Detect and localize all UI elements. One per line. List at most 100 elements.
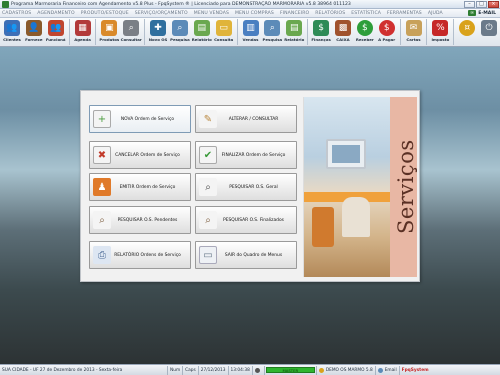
button-label: PESQUISAR O.S. Finalizados	[223, 217, 284, 223]
services-menu-panel: + NOVA Ordem de Serviço ✎ ALTERAR / CONS…	[80, 90, 420, 282]
menu-servico-orcamento[interactable]: SERVIÇO/ORÇAMENTO	[135, 11, 188, 16]
toolbar-pesquisa-os-button[interactable]: ⌕ Pesquisa	[169, 18, 191, 46]
toolbar-label: Vendas	[242, 37, 259, 42]
toolbar-label: Novo OS	[148, 37, 168, 42]
user-icon	[254, 367, 260, 373]
menu-compras[interactable]: MENU COMPRAS	[235, 11, 274, 16]
toolbar-separator	[144, 19, 146, 45]
close-button[interactable]: ×	[488, 0, 499, 8]
finish-service-order-button[interactable]: ✔ FINALIZAR Ordem de Serviço	[195, 141, 297, 169]
toolbar-cartas-button[interactable]: ✉ Cartas	[403, 18, 425, 46]
status-master-bar: MASTER	[265, 365, 317, 375]
clients-icon: 👥	[3, 20, 20, 36]
toolbar-consulta-button[interactable]: ▭ Consulta	[213, 18, 235, 46]
toolbar-clientes-button[interactable]: 👥 Clientes	[1, 18, 23, 46]
title-bar: Programa Marmoraria Financeiro com Agend…	[0, 0, 500, 9]
status-city-date: SUA CIDADE - UF 27 de Dezembro de 2013 -…	[0, 365, 168, 375]
gold-coin-icon: ¤	[459, 20, 476, 36]
menu-agendamento[interactable]: AGENDAMENTO	[37, 11, 74, 16]
menu-estatistica[interactable]: ESTATÍSTICA	[351, 11, 381, 16]
demo-icon	[318, 367, 324, 373]
toolbar-separator	[453, 19, 455, 45]
search-pending-orders-button[interactable]: ⌕ PESQUISAR O.S. Pendentes	[89, 206, 191, 234]
pay-icon: $	[378, 20, 395, 36]
status-num-lock: Num	[168, 365, 184, 375]
status-demo: DEMO OS MARMO 5.8	[317, 365, 376, 375]
sales-icon: ▥	[242, 20, 259, 36]
services-word: Serviços	[394, 139, 417, 234]
menu-vendas[interactable]: MENU VENDAS	[194, 11, 229, 16]
products-icon: ▣	[101, 20, 118, 36]
button-label: SAIR do Quadro de Menus	[224, 252, 283, 258]
alter-consult-button[interactable]: ✎ ALTERAR / CONSULTAR	[195, 105, 297, 133]
toolbar-imposto-button[interactable]: % Imposto	[429, 18, 451, 46]
service-orders-report-button[interactable]: ⎙ RELATÓRIO Ordens de Serviço	[89, 241, 191, 269]
toolbar-label: Relatório	[191, 37, 212, 42]
toolbar-a-pagar-button[interactable]: $ A Pagar	[376, 18, 398, 46]
toolbar-agenda-button[interactable]: ▦ Agenda	[72, 18, 94, 46]
toolbar-produtos-button[interactable]: ▣ Produtos	[98, 18, 120, 46]
toolbar-fornece-button[interactable]: 👤 Fornece	[23, 18, 45, 46]
menu-cadastros[interactable]: CADASTROS	[2, 11, 31, 16]
search-all-orders-button[interactable]: ⌕ PESQUISAR O.S. Geral	[195, 173, 297, 201]
toolbar-separator	[307, 19, 309, 45]
stock-search-icon: ⌕	[123, 20, 140, 36]
toolbar-label: Cartas	[406, 37, 421, 42]
toolbar-label: Agenda	[74, 37, 91, 42]
exit-menu-button[interactable]: ▭ SAIR do Quadro de Menus	[195, 241, 297, 269]
sales-search-icon: ⌕	[264, 20, 281, 36]
office-photo	[304, 97, 390, 277]
employees-icon: 👥	[47, 20, 64, 36]
search-finished-orders-button[interactable]: ⌕ PESQUISAR O.S. Finalizados	[195, 206, 297, 234]
search-icon: ⌕	[171, 20, 188, 36]
cancel-service-order-button[interactable]: ✖ CANCELAR Ordem de Serviço	[89, 141, 191, 169]
toolbar-relatorio-os-button[interactable]: ▤ Relatório	[191, 18, 213, 46]
cashbox-icon: ▩	[334, 20, 351, 36]
finance-icon: $	[313, 20, 330, 36]
button-label: NOVA Ordem de Serviço	[120, 116, 175, 122]
toolbar-receber-button[interactable]: $ Receber	[354, 18, 376, 46]
status-user	[253, 365, 265, 375]
emit-service-order-button[interactable]: ♟ EMITIR Ordem de Serviço	[89, 173, 191, 201]
search-finished-icon: ⌕	[199, 211, 217, 229]
status-date: 27/12/2013	[199, 365, 229, 375]
toolbar-exit-button[interactable]: ⏻	[478, 18, 500, 46]
new-service-order-button[interactable]: + NOVA Ordem de Serviço	[89, 105, 191, 133]
toolbar-relatorio-vendas-button[interactable]: ▤ Relatório	[283, 18, 305, 46]
menu-ajuda[interactable]: AJUDA	[428, 11, 443, 16]
minimize-button[interactable]: –	[464, 0, 475, 8]
toolbar-label: Imposto	[431, 37, 450, 42]
menu-financeiro[interactable]: FINANCEIRO	[280, 11, 309, 16]
suppliers-icon: 👤	[25, 20, 42, 36]
status-time: 13:04:38	[229, 365, 253, 375]
email-status-label: Email	[384, 367, 397, 373]
master-label: MASTER	[265, 367, 315, 373]
toolbar-funcionarios-button[interactable]: 👥 Funcioná	[45, 18, 67, 46]
email-icon: ✉	[468, 10, 477, 16]
toolbar-label: Clientes	[3, 37, 21, 42]
binoculars-icon: ⌕	[199, 178, 217, 196]
consult-icon: ▭	[215, 20, 232, 36]
toolbar-vendas-button[interactable]: ▥ Vendas	[240, 18, 262, 46]
button-label: PESQUISAR O.S. Pendentes	[117, 217, 178, 223]
cancel-document-icon: ✖	[93, 146, 111, 164]
toolbar-caixa-button[interactable]: ▩ CAIXA	[332, 18, 354, 46]
toolbar-label: Fornece	[25, 37, 43, 42]
menu-produto-estoque[interactable]: PRODUTO/ESTOQUE	[81, 11, 129, 16]
window-controls: – □ ×	[464, 0, 499, 8]
toolbar-label: Consultar	[120, 37, 142, 42]
status-email[interactable]: Email	[376, 365, 400, 375]
email-menu[interactable]: ✉ E-MAIL	[468, 10, 496, 16]
maximize-button[interactable]: □	[476, 0, 487, 8]
toolbar-consultar-button[interactable]: ⌕ Consultar	[120, 18, 142, 46]
toolbar-label: CAIXA	[336, 37, 350, 42]
toolbar-novo-os-button[interactable]: ✚ Novo OS	[147, 18, 169, 46]
menu-relatorios[interactable]: RELATÓRIOS	[315, 11, 345, 16]
receive-icon: $	[356, 20, 373, 36]
toolbar-financas-button[interactable]: $ Finanças	[310, 18, 332, 46]
toolbar-pesquisa-vendas-button[interactable]: ⌕ Pesquisa	[261, 18, 283, 46]
email-menu-label: E-MAIL	[478, 10, 496, 16]
menu-ferramentas[interactable]: FERRAMENTAS	[387, 11, 422, 16]
toolbar-coin-button[interactable]: ¤	[456, 18, 478, 46]
toolbar-separator	[95, 19, 97, 45]
